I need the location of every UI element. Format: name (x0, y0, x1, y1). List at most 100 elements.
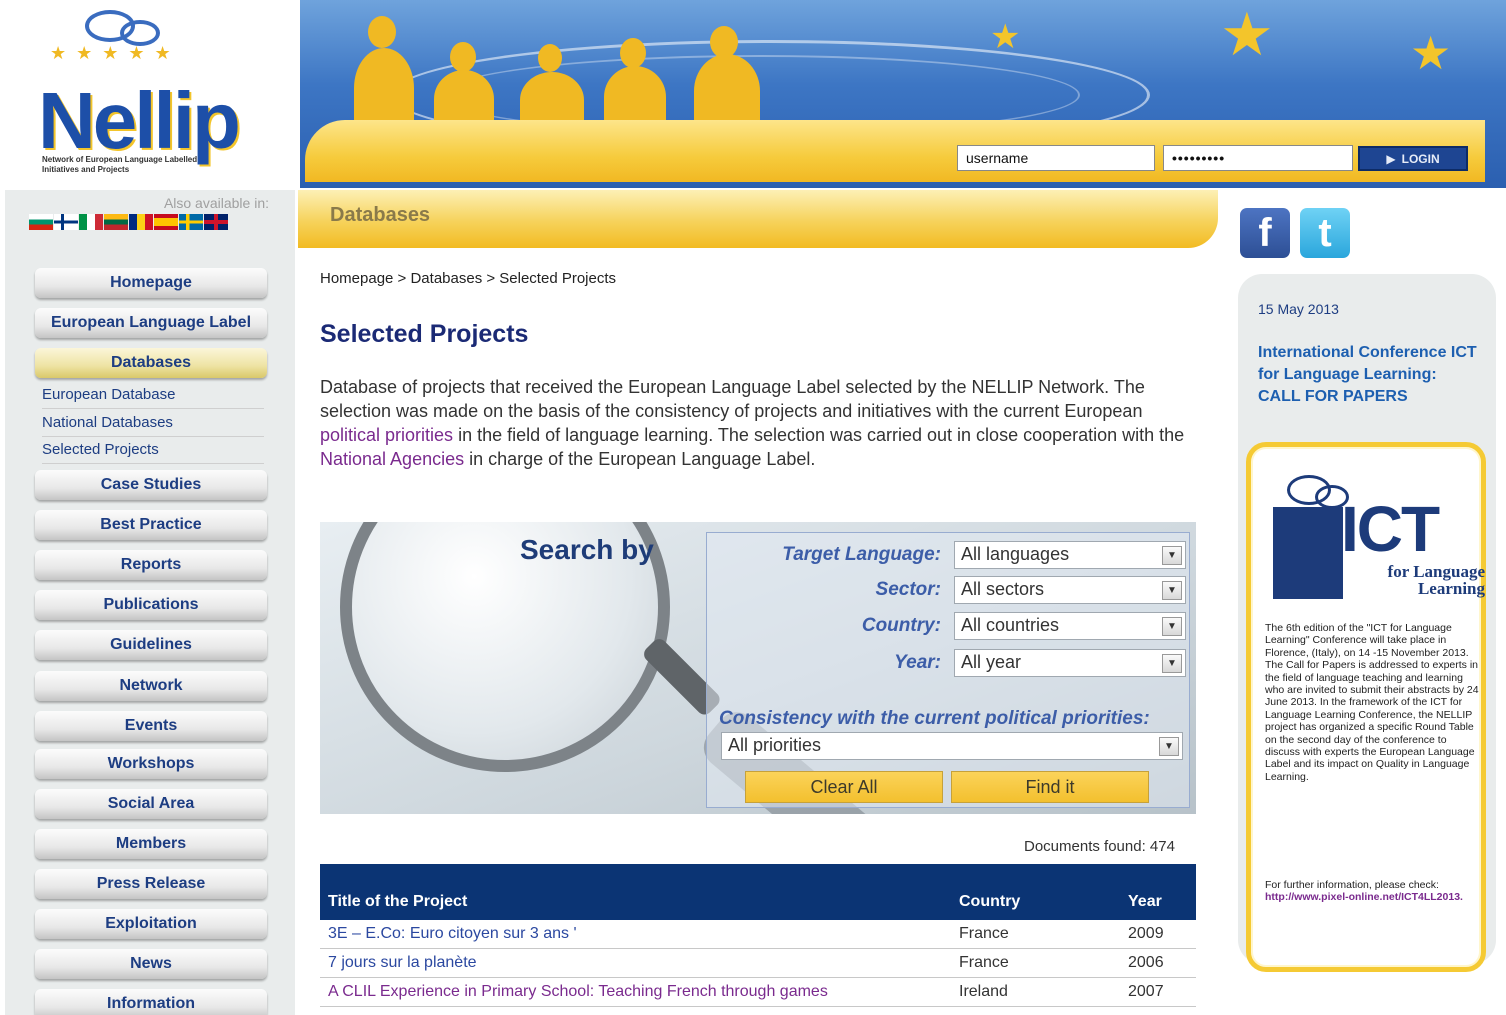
documents-found-count: Documents found: 474 (1024, 838, 1175, 855)
section-title: Databases (330, 204, 431, 226)
year-value: All year (961, 652, 1022, 672)
section-header-bar: Databases (298, 190, 1218, 248)
table-row[interactable]: A CLIL Experience in Primary School: Tea… (320, 978, 1196, 1007)
nav-information[interactable]: Information (35, 989, 267, 1015)
nav-publications[interactable]: Publications (35, 590, 267, 620)
ict-logo-subtitle: for Language Learning (1387, 562, 1485, 598)
target-language-label: Target Language: (782, 544, 941, 565)
intro-paragraph: Database of projects that received the E… (320, 375, 1200, 471)
target-language-select[interactable]: All languages ▼ (954, 541, 1186, 569)
nav-social-area[interactable]: Social Area (35, 789, 267, 819)
username-input[interactable] (957, 145, 1155, 171)
also-available-label: Also available in: (163, 195, 269, 211)
find-it-button[interactable]: Find it (951, 771, 1149, 803)
login-button-label: LOGIN (1401, 151, 1440, 166)
sector-value: All sectors (961, 579, 1045, 599)
nav-homepage[interactable]: Homepage (35, 268, 267, 298)
sector-select[interactable]: All sectors ▼ (954, 576, 1186, 604)
spanish-flag-icon[interactable] (154, 214, 178, 230)
further-info-text: For further information, please check: (1265, 879, 1439, 891)
news-date: 15 May 2013 (1258, 301, 1339, 317)
nav-workshops[interactable]: Workshops (35, 749, 267, 779)
breadcrumb[interactable]: Homepage > Databases > Selected Projects (320, 270, 616, 287)
swedish-flag-icon[interactable] (179, 214, 203, 230)
chevron-down-icon: ▼ (1162, 617, 1182, 636)
search-form: Target Language: All languages ▼ Sector:… (706, 532, 1190, 808)
romanian-flag-icon[interactable] (129, 214, 153, 230)
facebook-icon[interactable]: f (1240, 208, 1290, 258)
nav-network[interactable]: Network (35, 671, 267, 701)
priorities-select[interactable]: All priorities ▼ (721, 732, 1183, 760)
stars-icon: ★★★★★ (50, 43, 181, 63)
project-country: France (959, 925, 1009, 942)
nellip-logo[interactable]: ★★★★★ Nellip Network of European Languag… (30, 5, 270, 185)
results-table: Title of the Project Country Year 3E – E… (320, 864, 1196, 1007)
page-title: Selected Projects (320, 320, 529, 348)
nav-european-language-label[interactable]: European Language Label (35, 308, 267, 338)
political-priorities-link[interactable]: political priorities (320, 425, 453, 445)
star-icon: ★ (1410, 27, 1452, 79)
search-by-heading: Search by (520, 534, 654, 565)
twitter-icon[interactable]: t (1300, 208, 1350, 258)
column-title[interactable]: Title of the Project (328, 893, 467, 911)
left-sidebar: Also available in: Homepage European Lan… (5, 190, 295, 1015)
uk-flag-icon[interactable] (204, 214, 228, 230)
nav-reports[interactable]: Reports (35, 550, 267, 580)
project-year: 2009 (1128, 925, 1164, 942)
nav-case-studies[interactable]: Case Studies (35, 470, 267, 500)
nav-news[interactable]: News (35, 949, 267, 979)
ict-description: The 6th edition of the "ICT for Language… (1265, 622, 1479, 783)
nav-databases[interactable]: Databases (35, 348, 267, 378)
results-table-header: Title of the Project Country Year (320, 864, 1196, 920)
login-button[interactable]: ▶ LOGIN (1358, 146, 1468, 171)
country-select[interactable]: All countries ▼ (954, 612, 1186, 640)
chevron-down-icon: ▼ (1162, 546, 1182, 565)
table-row[interactable]: 7 jours sur la planète France 2006 (320, 949, 1196, 978)
target-language-value: All languages (961, 544, 1070, 564)
nav-best-practice[interactable]: Best Practice (35, 510, 267, 540)
project-country: France (959, 954, 1009, 971)
column-country[interactable]: Country (959, 893, 1020, 911)
ict-logo[interactable]: ICT for Language Learning (1269, 471, 1485, 601)
lithuanian-flag-icon[interactable] (104, 214, 128, 230)
national-agencies-link[interactable]: National Agencies (320, 449, 464, 469)
italian-flag-icon[interactable] (79, 214, 103, 230)
people-silhouettes (350, 8, 770, 128)
nav-guidelines[interactable]: Guidelines (35, 630, 267, 660)
table-row[interactable]: 3E – E.Co: Euro citoyen sur 3 ans ' Fran… (320, 920, 1196, 949)
subnav-national-databases[interactable]: National Databases (42, 410, 264, 437)
right-sidebar: f t 15 May 2013 International Conference… (1222, 190, 1506, 1015)
subnav-european-database[interactable]: European Database (42, 382, 264, 409)
arrow-right-icon: ▶ (1386, 151, 1396, 166)
monitor-icon (1273, 507, 1343, 599)
news-box: 15 May 2013 International Conference ICT… (1238, 274, 1496, 972)
star-icon: ★ (990, 18, 1021, 56)
clear-all-button[interactable]: Clear All (745, 771, 943, 803)
news-headline-link[interactable]: International Conference ICT for Languag… (1258, 342, 1483, 408)
project-year: 2006 (1128, 954, 1164, 971)
logo-tagline: Network of European Language Labelled In… (42, 155, 198, 174)
chevron-down-icon: ▼ (1162, 654, 1182, 673)
sector-label: Sector: (875, 579, 941, 600)
project-title-link[interactable]: A CLIL Experience in Primary School: Tea… (328, 983, 828, 1001)
intro-text: in the field of language learning. The s… (453, 425, 1185, 445)
finnish-flag-icon[interactable] (54, 214, 78, 230)
ict-conference-card: ICT for Language Learning The 6th editio… (1246, 442, 1486, 972)
nav-members[interactable]: Members (35, 829, 267, 859)
bulgarian-flag-icon[interactable] (29, 214, 53, 230)
year-select[interactable]: All year ▼ (954, 649, 1186, 677)
chevron-down-icon: ▼ (1159, 737, 1179, 756)
nav-press-release[interactable]: Press Release (35, 869, 267, 899)
consistency-label: Consistency with the current political p… (719, 708, 1150, 729)
country-label: Country: (861, 615, 941, 636)
subnav-selected-projects[interactable]: Selected Projects (42, 437, 264, 464)
site-header: ★ ★ ★ ★★★★★ Nellip Network of European L… (0, 0, 1506, 190)
project-title-link[interactable]: 7 jours sur la planète (328, 954, 477, 972)
password-input[interactable] (1163, 145, 1353, 171)
conference-url-link[interactable]: http://www.pixel-online.net/ICT4LL2013. (1265, 891, 1463, 903)
nav-exploitation[interactable]: Exploitation (35, 909, 267, 939)
column-year[interactable]: Year (1128, 893, 1162, 911)
nav-events[interactable]: Events (35, 711, 267, 741)
country-value: All countries (961, 615, 1060, 635)
project-title-link[interactable]: 3E – E.Co: Euro citoyen sur 3 ans ' (328, 925, 577, 943)
